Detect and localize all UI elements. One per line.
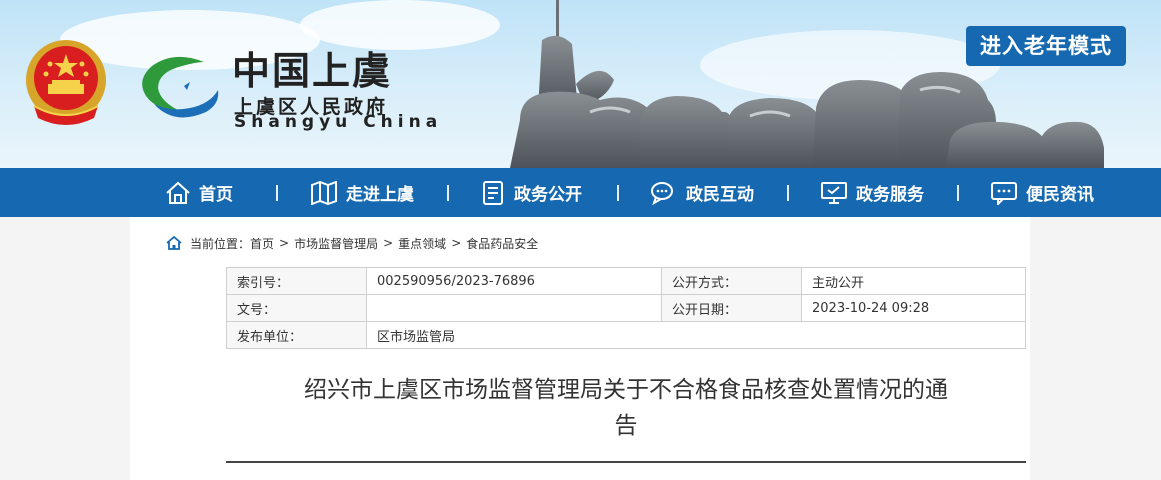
- table-row: 文号： 公开日期： 2023-10-24 09:28: [226, 294, 1026, 322]
- nav-label: 走进上虞: [346, 185, 414, 205]
- breadcrumb: 当前位置： 首页 > 市场监督管理局 > 重点领域 > 食品药品安全: [166, 234, 538, 252]
- article-title-line: 告: [614, 413, 638, 439]
- nav-label: 政务服务: [856, 185, 924, 205]
- breadcrumb-item-home[interactable]: 首页: [250, 235, 274, 252]
- open-method-label: 公开方式：: [661, 267, 802, 295]
- open-date-value: 2023-10-24 09:28: [801, 294, 1026, 322]
- site-english-name: Shangyu China: [234, 112, 443, 132]
- nav-item-about-shangyu[interactable]: 走进上虞: [310, 168, 414, 217]
- doc-number-label: 文号：: [226, 294, 367, 322]
- document-icon: [483, 180, 503, 205]
- nav-label: 政民互动: [686, 185, 754, 205]
- nav-item-gov-affairs[interactable]: 政务公开: [482, 168, 582, 217]
- open-date-label: 公开日期：: [661, 294, 802, 322]
- elder-mode-button[interactable]: 进入老年模式: [966, 26, 1126, 66]
- home-icon: [166, 236, 182, 250]
- nav-item-interaction[interactable]: 政民互动: [650, 168, 754, 217]
- breadcrumb-prefix: 当前位置：: [190, 236, 251, 251]
- page: 中国上虞 上虞区人民政府 Shangyu China 进入老年模式 首页 走进上…: [0, 0, 1161, 480]
- nav-label: 首页: [199, 185, 233, 205]
- site-name: 中国上虞: [232, 48, 393, 93]
- breadcrumb-separator: >: [383, 236, 394, 250]
- article-title-line: 绍兴市上虞区市场监督管理局关于不合格食品核查处置情况的通: [304, 377, 948, 403]
- nav-label: 政务公开: [514, 185, 582, 205]
- breadcrumb-separator: >: [451, 236, 462, 250]
- monitor-icon: [821, 181, 847, 204]
- breadcrumb-separator: >: [279, 236, 290, 250]
- publisher-label: 发布单位：: [226, 321, 367, 349]
- breadcrumb-item-market-bureau[interactable]: 市场监督管理局: [294, 235, 378, 252]
- message-icon: [991, 181, 1017, 205]
- document-meta-table: 索引号： 002590956/2023-76896 公开方式： 主动公开 文号：…: [226, 267, 1026, 349]
- breadcrumb-item-key-areas[interactable]: 重点领域: [398, 235, 446, 252]
- main-nav: 首页 走进上虞 政务公开 政民互动 政务服务 便民资讯: [0, 168, 1161, 217]
- shangyu-logo-icon: [142, 56, 219, 118]
- publisher-value: 区市场监管局: [366, 321, 1026, 349]
- header-banner: 中国上虞 上虞区人民政府 Shangyu China 进入老年模式: [0, 0, 1161, 168]
- chat-icon: [651, 181, 673, 205]
- table-row: 索引号： 002590956/2023-76896 公开方式： 主动公开: [226, 267, 1026, 295]
- home-icon: [166, 181, 190, 204]
- nav-item-home[interactable]: 首页: [165, 168, 233, 217]
- nav-label: 便民资讯: [1026, 185, 1094, 205]
- title-divider: [226, 461, 1026, 463]
- index-value: 002590956/2023-76896: [366, 267, 662, 295]
- map-icon: [311, 180, 337, 205]
- table-row: 发布单位： 区市场监管局: [226, 321, 1026, 349]
- nav-item-public-info[interactable]: 便民资讯: [990, 168, 1094, 217]
- article-title: 绍兴市上虞区市场监督管理局关于不合格食品核查处置情况的通 告: [226, 372, 1026, 444]
- breadcrumb-item-food-drug-safety[interactable]: 食品药品安全: [466, 235, 538, 252]
- open-method-value: 主动公开: [801, 267, 1026, 295]
- national-emblem-icon: [26, 40, 106, 125]
- nav-item-services[interactable]: 政务服务: [820, 168, 924, 217]
- doc-number-value: [366, 294, 662, 322]
- index-label: 索引号：: [226, 267, 367, 295]
